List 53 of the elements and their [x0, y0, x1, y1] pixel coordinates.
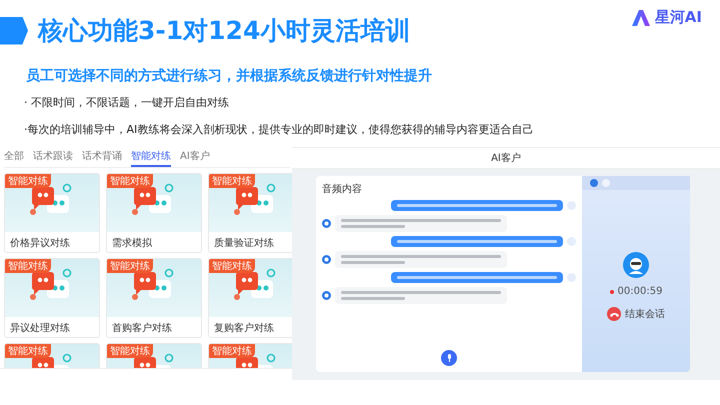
subtitle: 员工可选择不同的方式进行练习，并根据系统反馈进行针对性提升	[26, 67, 433, 85]
card-badge: 智能对练	[5, 174, 51, 188]
practice-card[interactable]: 智能对练 首购客户对练	[106, 258, 202, 338]
practice-card[interactable]: 智能对练	[106, 343, 202, 368]
practice-card[interactable]: 智能对练	[4, 343, 100, 368]
card-badge: 智能对练	[107, 344, 153, 358]
user-icon	[567, 273, 576, 282]
tab[interactable]: 话术背诵	[82, 147, 122, 167]
card-badge: 智能对练	[107, 174, 153, 188]
card-badge: 智能对练	[107, 259, 153, 273]
logo-icon	[630, 8, 651, 26]
practice-card[interactable]: 智能对练 价格异议对练	[4, 173, 100, 253]
end-call-button[interactable]: 结束会话	[607, 307, 665, 321]
tab[interactable]: AI客户	[180, 147, 210, 167]
bot-avatar-icon	[322, 291, 331, 300]
microphone-icon	[446, 354, 452, 362]
logo-text: 星河AI	[654, 8, 702, 27]
card-title: 首购客户对练	[111, 322, 173, 336]
practice-card[interactable]: 智能对练	[208, 343, 292, 368]
bot-avatar-icon	[322, 219, 331, 228]
title-marker	[0, 16, 28, 44]
card-badge: 智能对练	[209, 259, 255, 273]
phone-icon	[610, 312, 618, 316]
card-badge: 智能对练	[209, 344, 255, 358]
user-icon	[567, 201, 576, 210]
practice-card[interactable]: 智能对练 异议处理对练	[4, 258, 100, 338]
call-timer: 00:00:59	[618, 286, 662, 297]
tab[interactable]: 全部	[4, 147, 24, 167]
card-badge: 智能对练	[5, 344, 51, 358]
bullet-text: · 不限时间，不限话题，一键开启自由对练	[24, 95, 230, 110]
avatar-icon	[590, 179, 598, 187]
recording-dot-icon	[610, 290, 614, 294]
panel-title: AI客户	[491, 152, 521, 165]
avatar-icon	[623, 252, 649, 278]
user-icon	[567, 237, 576, 246]
mic-button[interactable]	[441, 350, 457, 366]
card-title: 复购客户对练	[213, 322, 275, 336]
slide-title: 核心功能3-1对124小时灵活培训	[38, 15, 410, 47]
user-icon	[602, 179, 610, 187]
bullet-text: ·每次的培训辅导中，AI教练将会深入剖析现状，提供专业的即时建议，使得您获得的辅导内容更适合自己	[24, 122, 534, 137]
tab[interactable]: 智能对练	[131, 147, 171, 167]
card-title: 需求模拟	[111, 236, 153, 251]
card-title: 质量验证对练	[213, 236, 275, 251]
transcript-label: 音频内容	[322, 182, 363, 196]
card-title: 价格异议对练	[9, 236, 71, 251]
card-title: 异议处理对练	[9, 322, 71, 336]
tab[interactable]: 话术跟读	[33, 147, 73, 167]
practice-card[interactable]: 智能对练 复购客户对练	[208, 258, 292, 338]
practice-card[interactable]: 智能对练 需求模拟	[106, 173, 202, 253]
card-badge: 智能对练	[5, 259, 51, 273]
card-badge: 智能对练	[209, 174, 255, 188]
practice-card[interactable]: 智能对练 质量验证对练	[208, 173, 292, 253]
bot-avatar-icon	[322, 255, 331, 264]
